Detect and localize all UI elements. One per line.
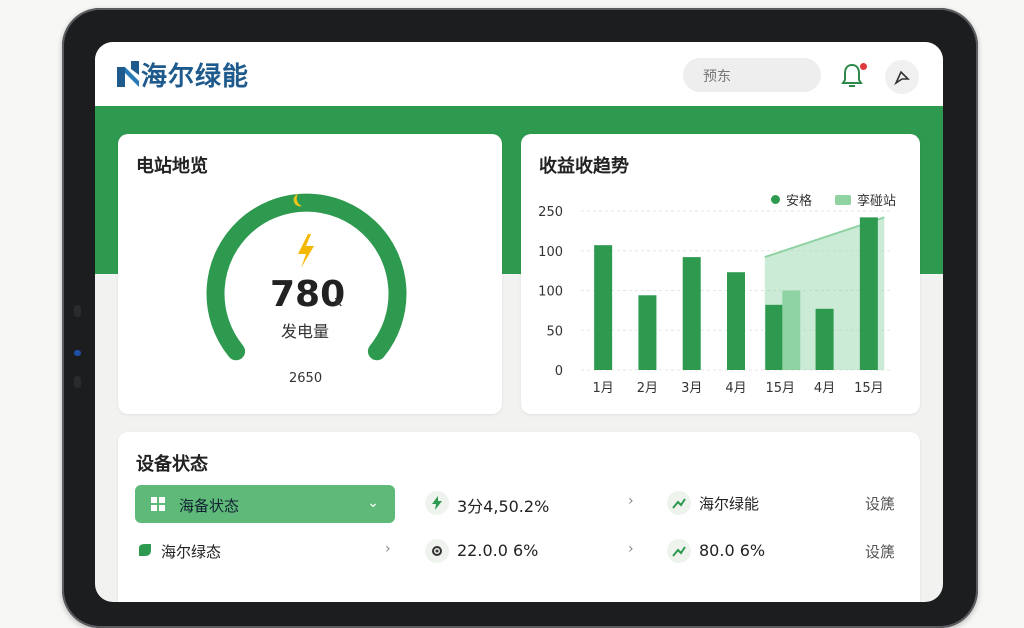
revenue-chart: 250 100 100 50 0 1月 2月 3月 4月 15月 4月 15月: [538, 205, 891, 396]
list-item-label: 海尔绿态: [161, 543, 222, 561]
gear-icon: [425, 539, 449, 563]
search-placeholder: 预东: [703, 69, 731, 85]
bar: [815, 308, 834, 370]
gauge-unit: x: [334, 294, 343, 310]
dropdown-label: 海备状态: [179, 497, 240, 515]
bar: [765, 304, 784, 370]
brand-logo[interactable]: 海尔绿能: [117, 58, 250, 92]
x-tick-label: 4月: [814, 381, 835, 396]
x-tick-label: 3月: [681, 381, 702, 396]
leaf-icon: [139, 544, 151, 556]
metric-value: 80.0 6%: [699, 541, 766, 560]
x-tick-label: 15月: [766, 381, 796, 396]
bar: [638, 295, 657, 370]
camera-dot: [74, 305, 81, 317]
y-tick-label: 100: [538, 245, 563, 260]
x-tick-label: 1月: [593, 381, 614, 396]
chevron-right-icon[interactable]: ›: [628, 541, 634, 557]
user-icon: [894, 70, 910, 86]
y-tick-label: 0: [555, 364, 563, 379]
sensor-dot: [74, 350, 81, 356]
gauge-label: 发电量: [281, 322, 330, 341]
revenue-trend-card: 收益收趋势 安格 孪碰站 250 100 100 50 0 1月 2月 3月 4月 15月 4月 15…: [521, 134, 920, 414]
bar: [782, 290, 801, 370]
app-screen: 海尔绿能 预东 电站地览 780 x 发电量 2650 收益收趋势 安格 孪碰站…: [95, 42, 943, 602]
brand-name: 海尔绿能: [141, 61, 250, 92]
settings-link[interactable]: 设篪: [865, 493, 895, 514]
bar: [859, 217, 878, 370]
y-tick-label: 50: [546, 324, 563, 339]
chevron-right-icon[interactable]: ›: [628, 493, 634, 509]
metric-label: 海尔绿能: [699, 495, 760, 513]
grid-icon: [151, 497, 165, 511]
search-input[interactable]: 预东: [683, 58, 821, 92]
chevron-right-icon: ›: [385, 541, 391, 557]
user-avatar[interactable]: [885, 60, 919, 94]
y-tick-label: 250: [538, 205, 563, 220]
bar: [727, 272, 745, 370]
device-card-title: 设备状态: [136, 454, 208, 475]
x-tick-label: 4月: [725, 381, 746, 396]
metric-value: 3分4,50.2%: [457, 497, 550, 516]
metric-value: 22.0.0 6%: [457, 541, 539, 560]
bolt-icon: [425, 491, 449, 515]
bar: [682, 257, 701, 370]
app-header: 海尔绿能 预东: [95, 42, 943, 106]
device-status-dropdown[interactable]: 海备状态 ⌄: [135, 485, 395, 523]
lightning-icon: [298, 234, 314, 268]
button-dot: [74, 376, 81, 388]
trend-icon: [667, 491, 691, 515]
y-tick-label: 100: [538, 285, 563, 300]
settings-link[interactable]: 设篪: [865, 541, 895, 562]
x-tick-label: 2月: [637, 381, 658, 396]
bar: [594, 245, 613, 370]
notification-badge: [860, 63, 867, 70]
x-tick-label: 15月: [854, 381, 884, 396]
trend-icon: [667, 539, 691, 563]
logo-mark-icon: [117, 61, 139, 87]
gauge-subvalue: 2650: [289, 371, 323, 386]
chevron-down-icon: ⌄: [367, 495, 379, 511]
